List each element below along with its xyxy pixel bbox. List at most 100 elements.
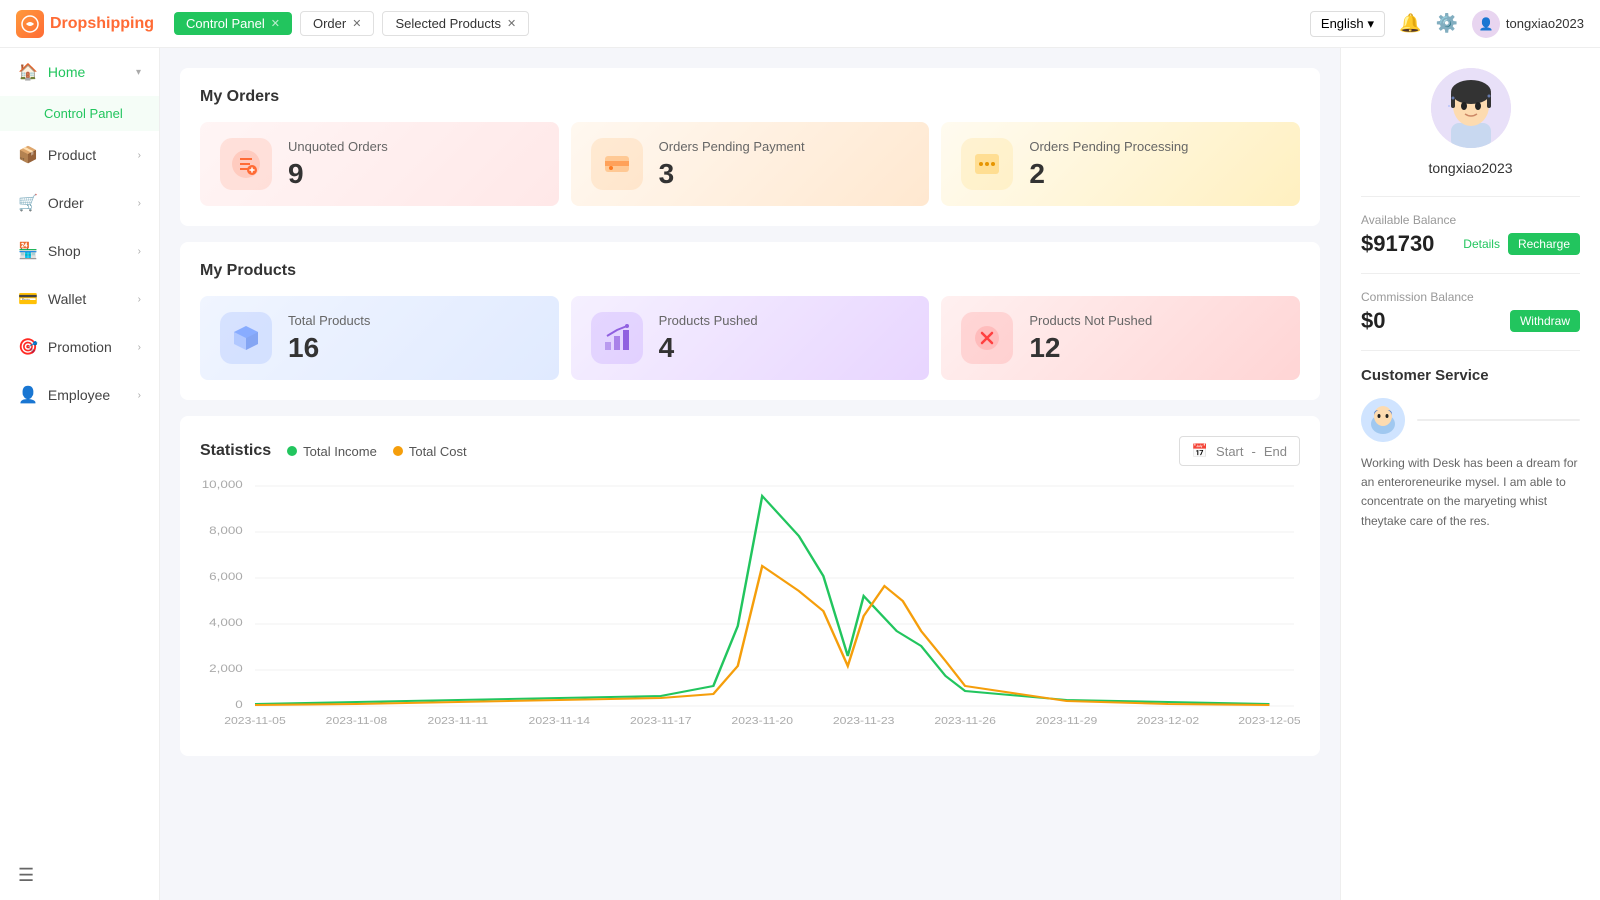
products-cards-grid: Total Products 16	[200, 296, 1300, 380]
sidebar-item-product-inner: 📦 Product	[18, 145, 96, 165]
user-avatar-large	[1431, 68, 1511, 148]
home-icon: 🏠	[18, 62, 38, 82]
y-label-8000: 8,000	[209, 524, 243, 537]
shop-icon: 🏪	[18, 241, 38, 261]
language-selector[interactable]: English ▾	[1310, 11, 1385, 37]
products-pushed-card[interactable]: Products Pushed 4	[571, 296, 930, 380]
sidebar-item-employee[interactable]: 👤 Employee ›	[0, 371, 159, 419]
user-menu[interactable]: 👤 tongxiao2023	[1472, 10, 1584, 38]
tab-order-close[interactable]: ✕	[352, 17, 361, 30]
withdraw-button[interactable]: Withdraw	[1510, 310, 1580, 332]
x-label-4: 2023-11-17	[630, 716, 692, 727]
unquoted-orders-card[interactable]: Unquoted Orders 9	[200, 122, 559, 206]
date-start: Start	[1216, 444, 1243, 459]
date-end: End	[1264, 444, 1287, 459]
sidebar-label-promotion: Promotion	[48, 339, 112, 355]
sidebar: 🏠 Home ▾ Control Panel 📦 Product › 🛒 Ord…	[0, 48, 160, 900]
chart-container: 10,000 8,000 6,000 4,000 2,000 0 2023-11…	[200, 476, 1300, 736]
cs-separator	[1417, 419, 1580, 421]
chevron-shop-icon: ›	[138, 246, 141, 257]
customer-service-section: Customer Service Working with Desk has b	[1361, 351, 1580, 531]
products-pushed-label: Products Pushed	[659, 313, 758, 328]
tab-selected-products[interactable]: Selected Products ✕	[382, 11, 529, 36]
y-label-6000: 6,000	[209, 570, 243, 583]
sidebar-bottom: ☰	[0, 851, 159, 900]
sidebar-item-promotion-inner: 🎯 Promotion	[18, 337, 112, 357]
sidebar-item-order-inner: 🛒 Order	[18, 193, 84, 213]
chevron-promotion-icon: ›	[138, 342, 141, 353]
hamburger-icon[interactable]: ☰	[18, 865, 34, 885]
sidebar-label-order: Order	[48, 195, 84, 211]
total-products-card[interactable]: Total Products 16	[200, 296, 559, 380]
cs-avatar-svg	[1361, 398, 1405, 442]
sidebar-item-shop[interactable]: 🏪 Shop ›	[0, 227, 159, 275]
my-products-section: My Products Total Products 16	[180, 242, 1320, 400]
pending-payment-icon	[591, 138, 643, 190]
date-range-picker[interactable]: 📅 Start - End	[1179, 436, 1300, 466]
x-label-10: 2023-12-05	[1238, 716, 1300, 727]
sidebar-item-home[interactable]: 🏠 Home ▾	[0, 48, 159, 96]
gear-icon[interactable]: ⚙️	[1436, 13, 1458, 34]
app-logo[interactable]: Dropshipping	[16, 10, 154, 38]
total-products-icon	[220, 312, 272, 364]
cs-message: Working with Desk has been a dream for a…	[1361, 454, 1580, 531]
products-not-pushed-card[interactable]: Products Not Pushed 12	[941, 296, 1300, 380]
orders-cards-grid: Unquoted Orders 9 Orders Pending Payment	[200, 122, 1300, 206]
sidebar-item-wallet[interactable]: 💳 Wallet ›	[0, 275, 159, 323]
x-label-9: 2023-12-02	[1137, 716, 1199, 727]
unquoted-orders-info: Unquoted Orders 9	[288, 139, 388, 190]
sidebar-label-home: Home	[48, 64, 85, 80]
tab-order[interactable]: Order ✕	[300, 11, 374, 36]
sidebar-item-product[interactable]: 📦 Product ›	[0, 131, 159, 179]
product-icon: 📦	[18, 145, 38, 165]
pending-processing-value: 2	[1029, 158, 1188, 190]
sidebar-label-wallet: Wallet	[48, 291, 86, 307]
chevron-order-icon: ›	[138, 198, 141, 209]
topbar: Dropshipping Control Panel ✕ Order ✕ Sel…	[0, 0, 1600, 48]
sidebar-item-order[interactable]: 🛒 Order ›	[0, 179, 159, 227]
pending-payment-label: Orders Pending Payment	[659, 139, 805, 154]
promotion-icon: 🎯	[18, 337, 38, 357]
x-label-5: 2023-11-20	[731, 716, 793, 727]
sidebar-item-home-inner: 🏠 Home	[18, 62, 85, 82]
avatar-svg	[1431, 68, 1511, 148]
chevron-employee-icon: ›	[138, 390, 141, 401]
tab-selected-products-close[interactable]: ✕	[507, 17, 516, 30]
cost-line	[255, 566, 1269, 705]
bell-icon[interactable]: 🔔	[1399, 13, 1421, 34]
sidebar-label-shop: Shop	[48, 243, 81, 259]
statistics-section: Statistics Total Income Total Cost 📅	[180, 416, 1320, 756]
main-content: My Orders Unquoted Orders 9	[160, 48, 1340, 900]
chevron-wallet-icon: ›	[138, 294, 141, 305]
products-pushed-info: Products Pushed 4	[659, 313, 758, 364]
sidebar-item-control-panel[interactable]: Control Panel	[0, 96, 159, 131]
sidebar-item-promotion[interactable]: 🎯 Promotion ›	[0, 323, 159, 371]
wallet-icon: 💳	[18, 289, 38, 309]
pending-payment-card[interactable]: Orders Pending Payment 3	[571, 122, 930, 206]
employee-icon: 👤	[18, 385, 38, 405]
recharge-button[interactable]: Recharge	[1508, 233, 1580, 255]
details-button[interactable]: Details	[1463, 233, 1500, 255]
app-name: Dropshipping	[50, 15, 154, 33]
total-products-info: Total Products 16	[288, 313, 370, 364]
y-label-10000: 10,000	[202, 478, 243, 491]
y-label-2000: 2,000	[209, 662, 243, 675]
stats-header: Statistics Total Income Total Cost 📅	[200, 436, 1300, 466]
x-label-7: 2023-11-26	[934, 716, 996, 727]
commission-balance-amount: $0	[1361, 308, 1385, 334]
tab-control-panel-close[interactable]: ✕	[271, 17, 280, 30]
x-label-8: 2023-11-29	[1036, 716, 1098, 727]
order-icon: 🛒	[18, 193, 38, 213]
available-balance-section: Available Balance $91730 Details Recharg…	[1361, 197, 1580, 274]
chevron-product-icon: ›	[138, 150, 141, 161]
pending-processing-card[interactable]: Orders Pending Processing 2	[941, 122, 1300, 206]
sidebar-label-control-panel: Control Panel	[44, 106, 123, 121]
right-panel: tongxiao2023 Available Balance $91730 De…	[1340, 48, 1600, 900]
products-not-pushed-info: Products Not Pushed 12	[1029, 313, 1152, 364]
topbar-right: English ▾ 🔔 ⚙️ 👤 tongxiao2023	[1310, 10, 1584, 38]
income-dot	[287, 446, 297, 456]
x-label-1: 2023-11-08	[326, 716, 388, 727]
sidebar-label-employee: Employee	[48, 387, 110, 403]
tab-control-panel[interactable]: Control Panel ✕	[174, 12, 292, 35]
tab-order-label: Order	[313, 16, 346, 31]
